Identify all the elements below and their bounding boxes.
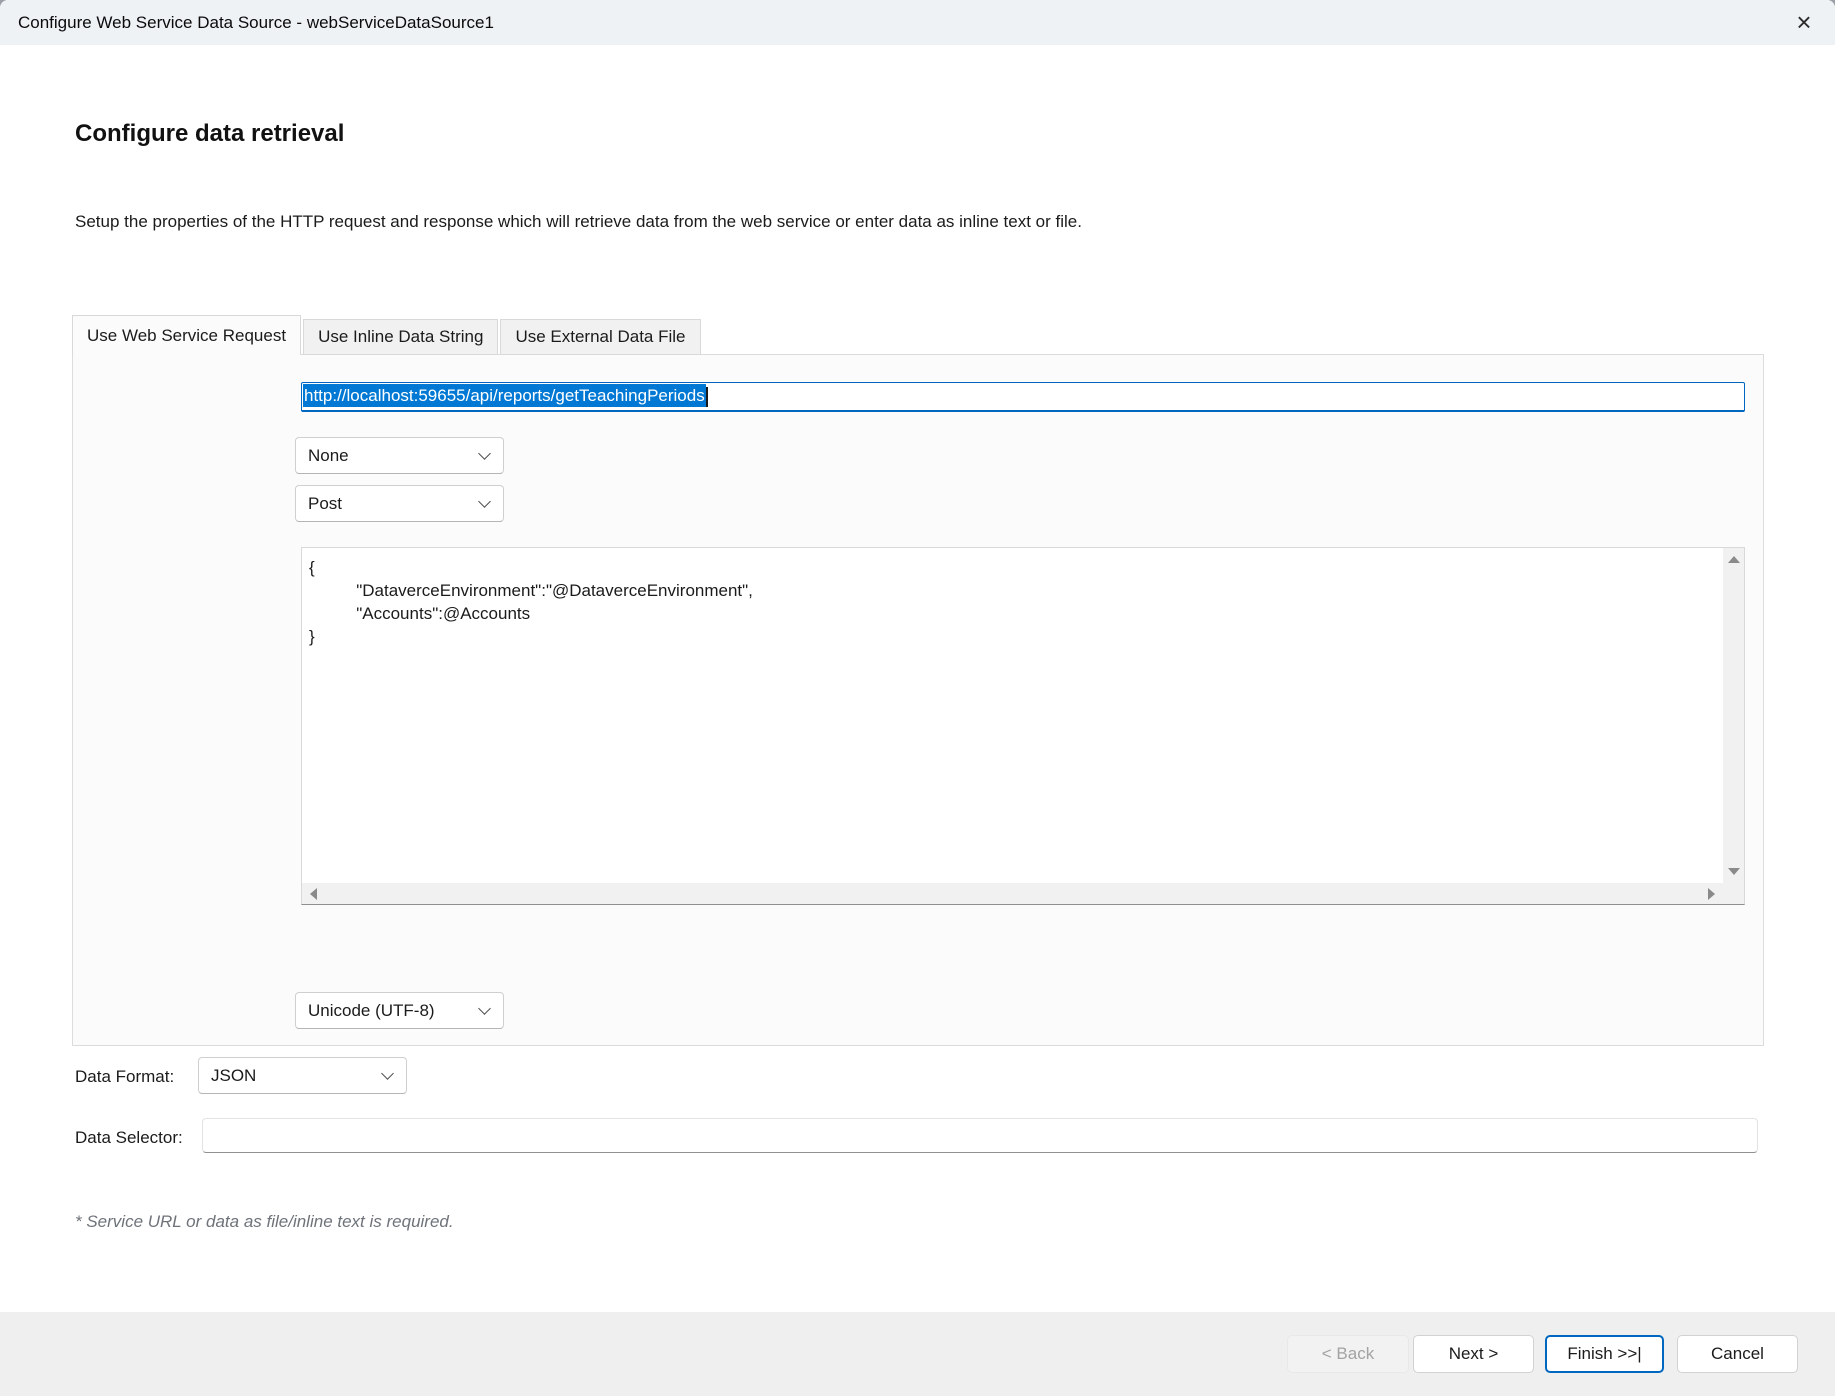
- back-button[interactable]: < Back: [1287, 1335, 1409, 1373]
- dialog-window: Configure Web Service Data Source - webS…: [0, 0, 1835, 1396]
- arrow-up-icon: [1728, 556, 1740, 563]
- finish-button[interactable]: Finish >>|: [1545, 1335, 1664, 1373]
- authentication-type-value: None: [308, 446, 349, 466]
- chevron-down-icon: [478, 1002, 491, 1015]
- scroll-down-button[interactable]: [1723, 862, 1744, 883]
- text-caret: [706, 387, 708, 407]
- arrow-left-icon: [310, 888, 317, 900]
- encoding-select[interactable]: Unicode (UTF-8): [295, 992, 504, 1029]
- authentication-type-select[interactable]: None: [295, 437, 504, 474]
- next-button[interactable]: Next >: [1413, 1335, 1534, 1373]
- data-format-label: Data Format:: [75, 1067, 174, 1087]
- arrow-down-icon: [1728, 868, 1740, 875]
- tab-use-external-data-file[interactable]: Use External Data File: [500, 319, 700, 355]
- data-selector-label: Data Selector:: [75, 1128, 183, 1148]
- tab-use-web-service-request[interactable]: Use Web Service Request: [72, 315, 301, 355]
- body-textarea[interactable]: { "DataverceEnvironment":"@DataverceEnvi…: [301, 547, 1745, 905]
- chevron-down-icon: [381, 1067, 394, 1080]
- page-description: Setup the properties of the HTTP request…: [75, 212, 1082, 232]
- data-format-select[interactable]: JSON: [198, 1057, 407, 1094]
- body-text: { "DataverceEnvironment":"@DataverceEnvi…: [302, 548, 1722, 882]
- service-url-input[interactable]: http://localhost:59655/api/reports/getTe…: [301, 382, 1745, 412]
- scroll-left-button[interactable]: [302, 883, 323, 904]
- vertical-scrollbar[interactable]: [1723, 548, 1744, 883]
- tab-use-inline-data-string[interactable]: Use Inline Data String: [303, 319, 498, 355]
- method-value: Post: [308, 494, 342, 514]
- data-selector-input[interactable]: [202, 1118, 1758, 1153]
- horizontal-scrollbar[interactable]: [302, 883, 1723, 904]
- cancel-button[interactable]: Cancel: [1677, 1335, 1798, 1373]
- scroll-right-button[interactable]: [1702, 883, 1723, 904]
- title-bar: Configure Web Service Data Source - webS…: [0, 0, 1835, 45]
- encoding-value: Unicode (UTF-8): [308, 1001, 435, 1021]
- arrow-right-icon: [1708, 888, 1715, 900]
- chevron-down-icon: [478, 447, 491, 460]
- footer-bar: < Back Next > Finish >>| Cancel: [0, 1312, 1835, 1396]
- close-icon: ×: [1796, 7, 1811, 37]
- window-title: Configure Web Service Data Source - webS…: [18, 0, 494, 45]
- scroll-up-button[interactable]: [1723, 548, 1744, 569]
- close-button[interactable]: ×: [1787, 7, 1821, 39]
- scrollbar-corner: [1723, 883, 1744, 904]
- chevron-down-icon: [478, 495, 491, 508]
- page-title: Configure data retrieval: [75, 120, 344, 148]
- data-format-value: JSON: [211, 1066, 256, 1086]
- method-select[interactable]: Post: [295, 485, 504, 522]
- required-note: * Service URL or data as file/inline tex…: [75, 1212, 454, 1232]
- selected-url-text: http://localhost:59655/api/reports/getTe…: [303, 384, 706, 407]
- tab-bar: Use Web Service Request Use Inline Data …: [72, 315, 701, 355]
